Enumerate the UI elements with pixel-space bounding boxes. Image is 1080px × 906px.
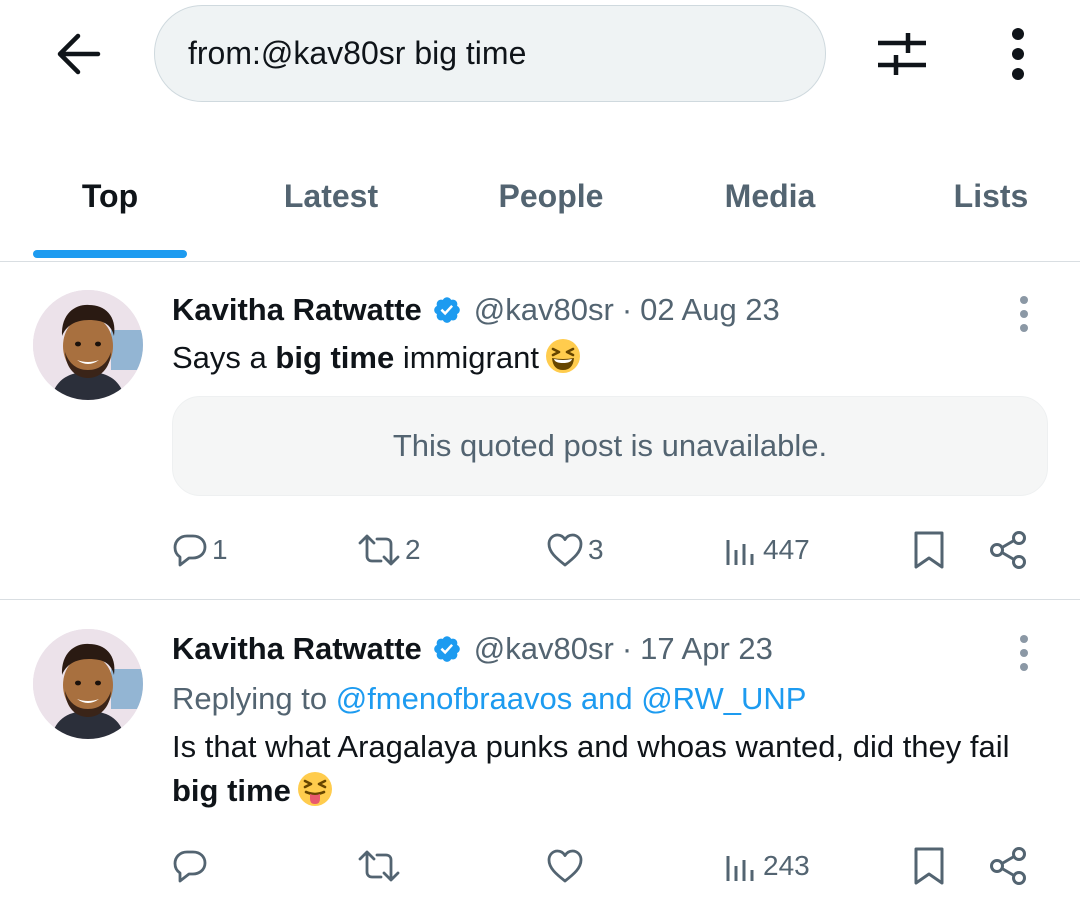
repost-button[interactable]: 2 <box>357 525 421 575</box>
sliders-icon <box>878 33 926 75</box>
squinting-face-with-tongue-emoji-icon <box>297 772 332 806</box>
post-header: Kavitha Ratwatte @kav80sr · 17 Apr 23 <box>172 627 1048 671</box>
search-input[interactable]: from:@kav80sr big time <box>154 5 826 102</box>
replying-to: Replying to @fmenofbraavos and @RW_UNP <box>172 681 807 716</box>
post[interactable]: Kavitha Ratwatte @kav80sr · 17 Apr 23 Re… <box>0 601 1080 906</box>
post-actions: 1 2 3 447 <box>172 525 1048 575</box>
more-vertical-icon <box>1012 28 1024 80</box>
tab-latest[interactable]: Latest <box>284 178 378 215</box>
avatar[interactable] <box>33 290 143 400</box>
verified-badge-icon <box>432 295 462 325</box>
post-content: Kavitha Ratwatte @kav80sr · 02 Aug 23 Sa… <box>172 288 1048 496</box>
bookmark-icon <box>914 847 944 885</box>
like-button[interactable]: 3 <box>546 525 604 575</box>
filter-button[interactable] <box>872 26 932 82</box>
bookmark-button[interactable] <box>912 841 946 891</box>
more-vertical-icon[interactable] <box>1010 633 1038 673</box>
arrow-left-icon <box>57 33 101 75</box>
mention-link[interactable]: @fmenofbraavos <box>336 681 573 716</box>
bar-chart-icon <box>726 856 754 881</box>
share-button[interactable] <box>988 841 1028 891</box>
more-options-button[interactable] <box>996 22 1040 86</box>
post-header: Kavitha Ratwatte @kav80sr · 02 Aug 23 <box>172 288 1048 332</box>
search-tabs: Top Latest People Media Lists <box>0 150 1080 262</box>
top-bar: from:@kav80sr big time <box>0 0 1080 110</box>
display-name[interactable]: Kavitha Ratwatte <box>172 631 422 667</box>
views-button[interactable]: 447 <box>725 525 810 575</box>
separator-dot: · <box>621 631 633 666</box>
tab-people[interactable]: People <box>499 178 604 215</box>
repost-button[interactable] <box>357 841 405 891</box>
post-actions: 243 <box>172 841 1048 891</box>
reply-count: 1 <box>212 534 228 565</box>
post-text: Says a big time immigrant <box>172 336 1048 380</box>
mention-link[interactable]: @RW_UNP <box>641 681 806 716</box>
post-content: Kavitha Ratwatte @kav80sr · 17 Apr 23 Re… <box>172 627 1048 813</box>
bookmark-icon <box>914 531 944 569</box>
post-date[interactable]: 02 Aug 23 <box>640 292 780 328</box>
bar-chart-icon <box>726 540 754 565</box>
display-name[interactable]: Kavitha Ratwatte <box>172 292 422 328</box>
repost-icon <box>358 534 400 566</box>
back-button[interactable] <box>50 26 106 82</box>
user-handle[interactable]: @kav80sr <box>474 631 614 667</box>
verified-badge-icon <box>432 634 462 664</box>
grinning-squinting-face-emoji-icon <box>545 339 580 373</box>
speech-bubble-icon <box>173 534 207 567</box>
post[interactable]: Kavitha Ratwatte @kav80sr · 02 Aug 23 Sa… <box>0 262 1080 600</box>
user-handle[interactable]: @kav80sr <box>474 292 614 328</box>
quoted-post-unavailable[interactable]: This quoted post is unavailable. <box>172 396 1048 496</box>
search-query: from:@kav80sr big time <box>188 35 527 71</box>
tab-lists[interactable]: Lists <box>954 178 1029 215</box>
avatar[interactable] <box>33 629 143 739</box>
repost-count: 2 <box>405 534 421 565</box>
heart-icon <box>547 849 583 883</box>
post-date[interactable]: 17 Apr 23 <box>640 631 773 667</box>
reply-button[interactable]: 1 <box>172 525 228 575</box>
heart-icon <box>547 533 583 567</box>
bookmark-button[interactable] <box>912 525 946 575</box>
active-tab-indicator <box>33 250 187 258</box>
tab-media[interactable]: Media <box>725 178 816 215</box>
repost-icon <box>358 850 400 882</box>
like-button[interactable] <box>546 841 588 891</box>
like-count: 3 <box>588 534 604 565</box>
views-button[interactable]: 243 <box>725 841 810 891</box>
separator-dot: · <box>621 292 633 327</box>
share-button[interactable] <box>988 525 1028 575</box>
share-icon <box>990 531 1026 569</box>
share-icon <box>990 847 1026 885</box>
tab-top[interactable]: Top <box>82 178 138 215</box>
reply-button[interactable] <box>172 841 212 891</box>
speech-bubble-icon <box>173 850 207 883</box>
view-count: 243 <box>763 850 810 881</box>
more-vertical-icon[interactable] <box>1010 294 1038 334</box>
view-count: 447 <box>763 534 810 565</box>
post-text: Is that what Aragalaya punks and whoas w… <box>172 729 1010 808</box>
